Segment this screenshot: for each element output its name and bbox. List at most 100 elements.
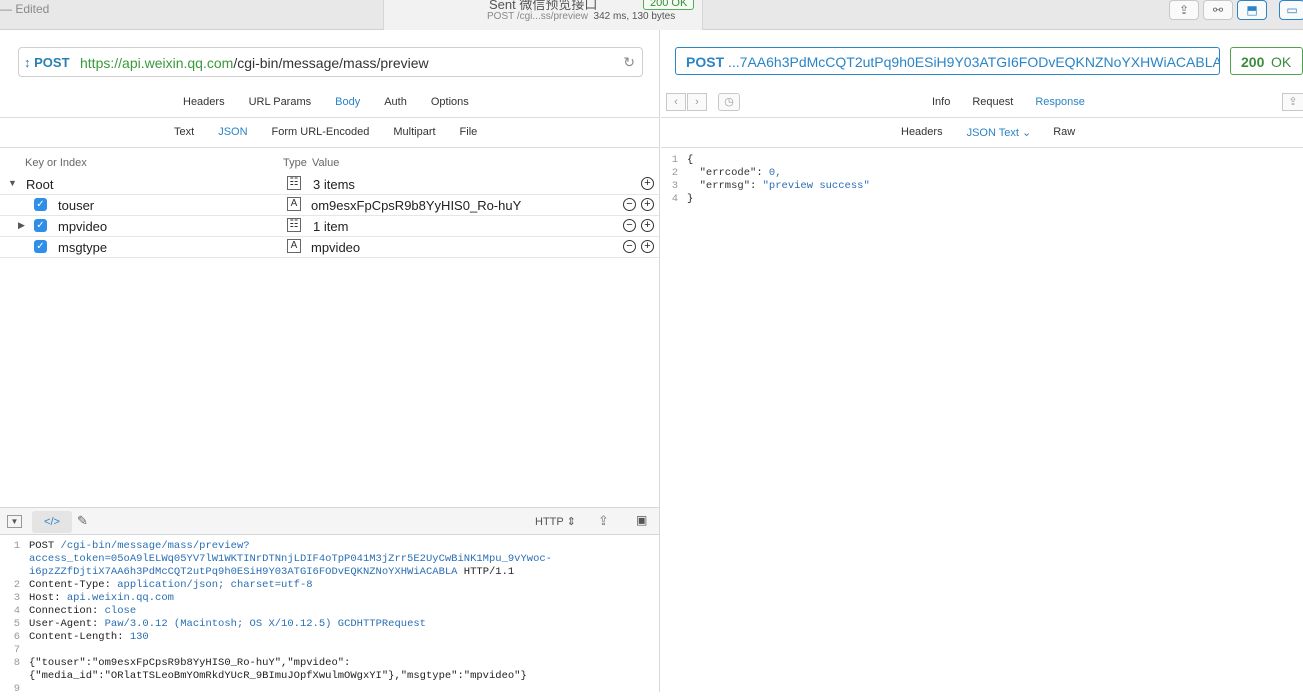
json-value: "preview success" xyxy=(762,180,870,192)
raw-value: 130 xyxy=(129,631,149,643)
raw-value: i6pzZZfDjtiX7AA6h3PdMcCQT2utPq9h0ESiH9Y0… xyxy=(29,566,458,578)
json-key: "errcode" xyxy=(687,167,757,179)
divider xyxy=(0,147,659,148)
key-field[interactable]: touser xyxy=(58,198,94,213)
raw-line: 1 POST /cgi-bin/message/mass/preview? xyxy=(0,540,250,553)
code-view-icon[interactable]: </> xyxy=(32,511,72,533)
tab-auth[interactable]: Auth xyxy=(384,96,407,108)
tree-row[interactable]: ✓ touser A om9esxFpCpsR9b8YyHIS0_Ro-huY … xyxy=(0,195,659,216)
share-icon[interactable]: ⇪ xyxy=(598,513,609,529)
title-bar: — Edited Sent 微信预览接口 200 OK POST /cgi...… xyxy=(0,0,1303,30)
add-icon[interactable]: + xyxy=(641,240,654,253)
format-select[interactable]: HTTP ⇕ xyxy=(535,515,576,528)
key-field[interactable]: msgtype xyxy=(58,240,107,255)
response-url: ...7AA6h3PdMcCQT2utPq9h0ESiH9Y03ATGI6FOD… xyxy=(728,54,1220,70)
dictionary-icon[interactable]: ☷ xyxy=(287,176,301,190)
tree-row[interactable]: ▶ ✓ mpvideo ☷ 1 item − + xyxy=(0,216,659,237)
divider xyxy=(0,117,659,118)
add-icon[interactable]: + xyxy=(641,198,654,211)
tree-row-root[interactable]: ▼ Root ☷ 3 items + xyxy=(0,174,659,195)
export-icon[interactable]: ⇪ xyxy=(1169,0,1199,20)
share-icon[interactable]: ⇪ xyxy=(1282,93,1303,111)
tab-response-headers[interactable]: Headers xyxy=(901,126,943,139)
collapse-panel-icon[interactable]: ▼ xyxy=(7,515,22,528)
raw-text: {"media_id":"ORlatTSLeoBmYOmRkdYUcR_9BIm… xyxy=(29,670,527,682)
tab-response[interactable]: Response xyxy=(1035,96,1085,108)
tab-raw[interactable]: Raw xyxy=(1053,126,1075,139)
raw-value: api.weixin.qq.com xyxy=(66,592,174,604)
lock-icon[interactable]: ▣ xyxy=(636,513,647,527)
tab-multipart[interactable]: Multipart xyxy=(393,126,435,138)
string-icon[interactable]: A xyxy=(287,197,301,211)
collapse-triangle-icon[interactable]: ▼ xyxy=(8,178,17,188)
tab-url-params[interactable]: URL Params xyxy=(249,96,312,108)
json-key: "errmsg" xyxy=(687,180,751,192)
status-code-box: 200 OK xyxy=(1230,47,1303,75)
method-label: POST xyxy=(34,55,70,70)
divider xyxy=(661,117,1303,118)
json-value: 0, xyxy=(768,167,782,179)
tab-info[interactable]: Info xyxy=(932,96,950,108)
remove-icon[interactable]: − xyxy=(623,240,636,253)
summary-meta: 342 ms, 130 bytes xyxy=(593,11,676,22)
raw-text: Connection: xyxy=(29,605,105,617)
raw-text: Content-Type: xyxy=(29,579,118,591)
tree-row[interactable]: ✓ msgtype A mpvideo − + xyxy=(0,237,659,258)
line-number: 4 xyxy=(671,193,678,205)
value-field[interactable]: om9esxFpCpsR9b8YyHIS0_Ro-huY xyxy=(311,198,521,213)
remove-icon[interactable]: − xyxy=(623,219,636,232)
value-column-header: Value xyxy=(312,157,340,169)
tab-options[interactable]: Options xyxy=(431,96,469,108)
response-request-line[interactable]: POST ...7AA6h3PdMcCQT2utPq9h0ESiH9Y03ATG… xyxy=(675,47,1220,75)
link-icon[interactable]: ⚯ xyxy=(1203,0,1233,20)
raw-value: application/json; charset=utf-8 xyxy=(117,579,313,591)
method-select[interactable]: ↕ POST xyxy=(24,55,70,70)
tab-body[interactable]: Body xyxy=(335,96,360,108)
expand-triangle-icon[interactable]: ▶ xyxy=(18,220,25,231)
tab-text[interactable]: Text xyxy=(174,126,194,138)
raw-line: 3 Host: api.weixin.qq.com xyxy=(0,592,174,605)
tab-request[interactable]: Request xyxy=(972,96,1013,108)
raw-text: HTTP/1.1 xyxy=(457,566,515,578)
status-badge: 200 OK xyxy=(643,0,695,10)
add-icon[interactable]: + xyxy=(641,177,654,190)
remove-icon[interactable]: − xyxy=(623,198,636,211)
raw-line: 6 Content-Length: 130 xyxy=(0,631,149,644)
tab-json-text[interactable]: JSON Text ⌄ xyxy=(967,126,1032,139)
raw-value: close xyxy=(104,605,137,617)
raw-request-view[interactable]: 1 POST /cgi-bin/message/mass/preview? acce… xyxy=(0,536,659,695)
forward-icon[interactable]: › xyxy=(687,93,707,111)
layout-icon[interactable]: ⬒ xyxy=(1237,0,1267,20)
add-icon[interactable]: + xyxy=(641,219,654,232)
panel-icon[interactable]: ▭ xyxy=(1279,0,1303,20)
edit-pencil-icon[interactable]: ✎ xyxy=(77,513,88,529)
key-field[interactable]: mpvideo xyxy=(58,219,107,234)
back-icon[interactable]: ‹ xyxy=(666,93,686,111)
string-icon[interactable]: A xyxy=(287,239,301,253)
history-clock-icon[interactable]: ◷ xyxy=(718,93,740,111)
line-number: 3 xyxy=(13,592,20,604)
dictionary-icon[interactable]: ☷ xyxy=(287,218,301,232)
type-column-header: Type xyxy=(283,157,307,169)
enabled-checkbox[interactable]: ✓ xyxy=(34,240,47,253)
raw-line: 8 {"touser":"om9esxFpCpsR9b8YyHIS0_Ro-huY… xyxy=(0,657,351,670)
raw-line: i6pzZZfDjtiX7AA6h3PdMcCQT2utPq9h0ESiH9Y0… xyxy=(0,566,514,579)
url-input[interactable]: https://api.weixin.qq.com/cgi-bin/messag… xyxy=(80,55,429,71)
request-tabs: Headers URL Params Body Auth Options xyxy=(183,96,469,108)
url-bar[interactable]: ↕ POST https://api.weixin.qq.com/cgi-bin… xyxy=(18,47,643,77)
enabled-checkbox[interactable]: ✓ xyxy=(34,219,47,232)
raw-value: access_token=05oA9lELWq05YV7lW1WKTINrDTN… xyxy=(29,553,552,565)
enabled-checkbox[interactable]: ✓ xyxy=(34,198,47,211)
tab-json[interactable]: JSON xyxy=(218,126,247,138)
tab-headers[interactable]: Headers xyxy=(183,96,225,108)
value-field[interactable]: mpvideo xyxy=(311,240,360,255)
request-summary[interactable]: Sent 微信预览接口 200 OK POST /cgi...ss/previe… xyxy=(383,0,703,30)
raw-text: User-Agent: xyxy=(29,618,105,630)
url-host: api.weixin.qq.com xyxy=(122,55,234,71)
reload-icon[interactable]: ↻ xyxy=(623,54,635,71)
edited-label: — Edited xyxy=(0,2,50,16)
tab-file[interactable]: File xyxy=(460,126,478,138)
json-brace: { xyxy=(687,154,694,166)
raw-value: Paw/3.0.12 (Macintosh; OS X/10.12.5) GCD… xyxy=(104,618,426,630)
tab-form-url-encoded[interactable]: Form URL-Encoded xyxy=(272,126,370,138)
